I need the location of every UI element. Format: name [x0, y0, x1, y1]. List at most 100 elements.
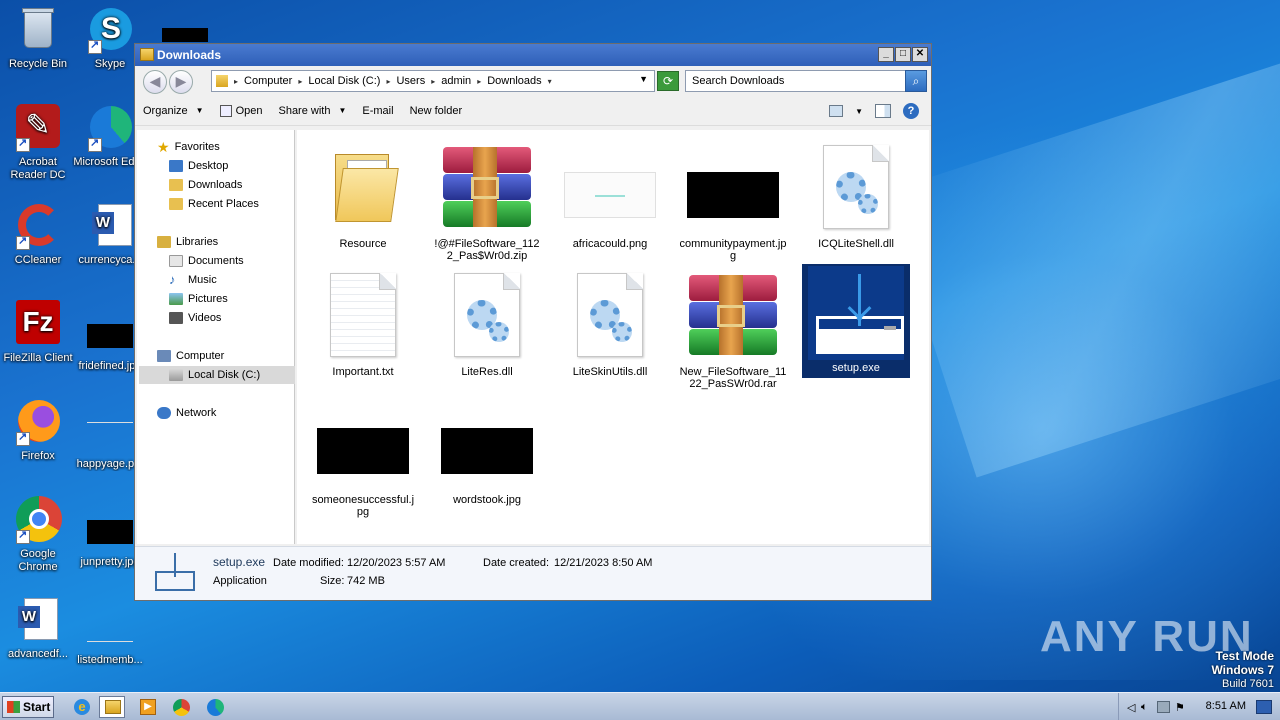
hard-drive-icon: [169, 369, 183, 381]
installer-download-icon: [153, 553, 197, 593]
chevron-down-icon: ▼: [338, 106, 347, 115]
maximize-button[interactable]: □: [895, 47, 911, 62]
file-item[interactable]: LiteRes.dll: [433, 270, 541, 378]
show-desktop-button[interactable]: [1256, 700, 1272, 714]
file-name: someonesuccessful.jpg: [311, 494, 415, 518]
address-bar[interactable]: ▸ Computer ▸ Local Disk (C:) ▸ Users ▸ a…: [211, 70, 655, 92]
nav-downloads[interactable]: Downloads: [169, 176, 242, 194]
winrar-archive-icon: [687, 275, 779, 355]
taskbar-clock[interactable]: 8:51 AM: [1206, 700, 1246, 712]
file-item[interactable]: !@#FileSoftware_1122_Pas$Wr0d.zip: [433, 142, 541, 262]
action-center-flag-icon[interactable]: ⚑: [1175, 701, 1188, 714]
file-item[interactable]: someonesuccessful.jpg: [309, 398, 417, 518]
chevron-down-icon[interactable]: ▼: [855, 107, 863, 116]
search-input[interactable]: Search Downloads ⌕: [685, 70, 927, 92]
chevron-down-icon[interactable]: ▾: [548, 77, 552, 86]
file-item[interactable]: ICQLiteShell.dll: [802, 142, 910, 250]
taskbar-ie[interactable]: e: [68, 696, 94, 718]
network-icon: [157, 407, 171, 419]
start-button[interactable]: Start: [2, 696, 54, 718]
preview-pane-icon[interactable]: [875, 104, 891, 118]
email-label: E-mail: [362, 104, 394, 117]
organize-button[interactable]: Organize ▼: [143, 105, 204, 117]
change-view-icon[interactable]: [829, 105, 844, 117]
file-item[interactable]: wordstook.jpg: [433, 398, 541, 506]
desktop-icon-ccleaner[interactable]: CCleaner: [0, 202, 76, 267]
start-label: Start: [23, 700, 51, 714]
file-list[interactable]: Resource !@#FileSoftware_1122_Pas$Wr0d.z…: [297, 130, 929, 544]
window-titlebar[interactable]: Downloads _ □ ✕: [135, 44, 931, 66]
desktop-icon-advancedf[interactable]: W advancedf...: [0, 596, 76, 661]
test-mode-watermark: Test Mode Windows 7 Build 7601: [1211, 649, 1274, 691]
file-item[interactable]: Important.txt: [309, 270, 417, 378]
file-name: ICQLiteShell.dll: [818, 238, 894, 250]
taskbar-chrome[interactable]: [168, 696, 194, 718]
taskbar-edge[interactable]: [202, 696, 228, 718]
minimize-button[interactable]: _: [878, 47, 894, 62]
new-folder-button[interactable]: New folder: [410, 105, 463, 117]
file-item-selected[interactable]: setup.exe: [802, 264, 910, 378]
desktop-icon-listedmemb[interactable]: listedmemb...: [72, 606, 148, 667]
recent-places-icon: [169, 198, 183, 210]
nav-desktop[interactable]: Desktop: [169, 157, 228, 175]
back-button[interactable]: ◀: [143, 70, 167, 94]
file-item[interactable]: LiteSkinUtils.dll: [556, 270, 664, 378]
desktop-icon-filezilla[interactable]: Fz FileZilla Client: [0, 300, 76, 365]
nav-libraries[interactable]: Libraries: [157, 233, 218, 251]
file-item[interactable]: New_FileSoftware_1122_PasSWr0d.rar: [679, 270, 787, 390]
forward-button[interactable]: ▶: [169, 70, 193, 94]
volume-icon[interactable]: 🔈︎: [1141, 701, 1154, 713]
search-placeholder: Search Downloads: [692, 75, 785, 87]
organize-label: Organize: [143, 104, 188, 117]
test-mode-label: Test Mode: [1215, 649, 1274, 663]
show-hidden-icons-icon[interactable]: ◁: [1127, 701, 1140, 714]
redacted-thumbnail: [162, 28, 208, 42]
taskbar-explorer[interactable]: [99, 696, 125, 718]
explorer-window[interactable]: Downloads _ □ ✕ ◀ ▶ ▸ Computer ▸ Local D…: [134, 43, 932, 601]
details-created-label: Date created:: [483, 557, 550, 569]
share-with-button[interactable]: Share with ▼: [278, 105, 346, 117]
breadcrumb-computer[interactable]: Computer: [244, 75, 292, 87]
desktop-icon-label: CCleaner: [14, 254, 62, 266]
nav-videos[interactable]: Videos: [169, 309, 221, 327]
file-item[interactable]: africacould.png: [556, 142, 664, 250]
address-history-dropdown[interactable]: ▼: [639, 74, 648, 84]
email-button[interactable]: E-mail: [362, 105, 393, 117]
desktop-icon-label: Recycle Bin: [8, 58, 68, 70]
network-status-icon[interactable]: [1157, 701, 1170, 713]
downloads-folder-icon: [169, 179, 183, 191]
search-icon[interactable]: ⌕: [905, 70, 927, 92]
help-icon[interactable]: ?: [903, 103, 919, 119]
file-name: New_FileSoftware_1122_PasSWr0d.rar: [679, 366, 787, 390]
media-player-icon: ▶: [140, 699, 156, 715]
breadcrumb-users[interactable]: Users: [396, 75, 425, 87]
close-button[interactable]: ✕: [912, 47, 928, 62]
music-icon: ♪: [169, 272, 176, 287]
refresh-button[interactable]: ⟳: [657, 71, 679, 91]
nav-favorites[interactable]: ★ Favorites: [157, 138, 220, 156]
desktop-icon-label: listedmemb...: [77, 654, 143, 666]
breadcrumb-admin[interactable]: admin: [441, 75, 471, 87]
nav-computer[interactable]: Computer: [157, 347, 224, 365]
desktop-icon-chrome[interactable]: Google Chrome: [0, 496, 76, 574]
file-item[interactable]: Resource: [309, 142, 417, 250]
nav-pictures[interactable]: Pictures: [169, 290, 228, 308]
file-item[interactable]: communitypayment.jpg: [679, 142, 787, 262]
desktop-icon-recycle-bin[interactable]: Recycle Bin: [0, 6, 76, 71]
desktop-icon-firefox[interactable]: Firefox: [0, 398, 76, 463]
nav-documents[interactable]: Documents: [169, 252, 244, 270]
nav-recent-places[interactable]: Recent Places: [169, 195, 259, 213]
open-label: Open: [235, 104, 263, 117]
taskbar-media-player[interactable]: ▶: [134, 696, 160, 718]
nav-label: Videos: [188, 312, 222, 324]
breadcrumb-local-disk[interactable]: Local Disk (C:): [308, 75, 380, 87]
nav-music[interactable]: ♪ Music: [169, 271, 217, 289]
nav-network[interactable]: Network: [157, 404, 216, 422]
desktop-icon-acrobat[interactable]: ✎ Acrobat Reader DC: [0, 104, 76, 182]
nav-local-disk[interactable]: Local Disk (C:): [139, 366, 295, 384]
details-modified-label: Date modified:: [273, 557, 344, 569]
open-button[interactable]: Open: [219, 104, 263, 117]
winrar-archive-icon: [441, 147, 533, 227]
breadcrumb-downloads[interactable]: Downloads: [487, 75, 541, 87]
chevron-right-icon: ▸: [298, 76, 303, 86]
